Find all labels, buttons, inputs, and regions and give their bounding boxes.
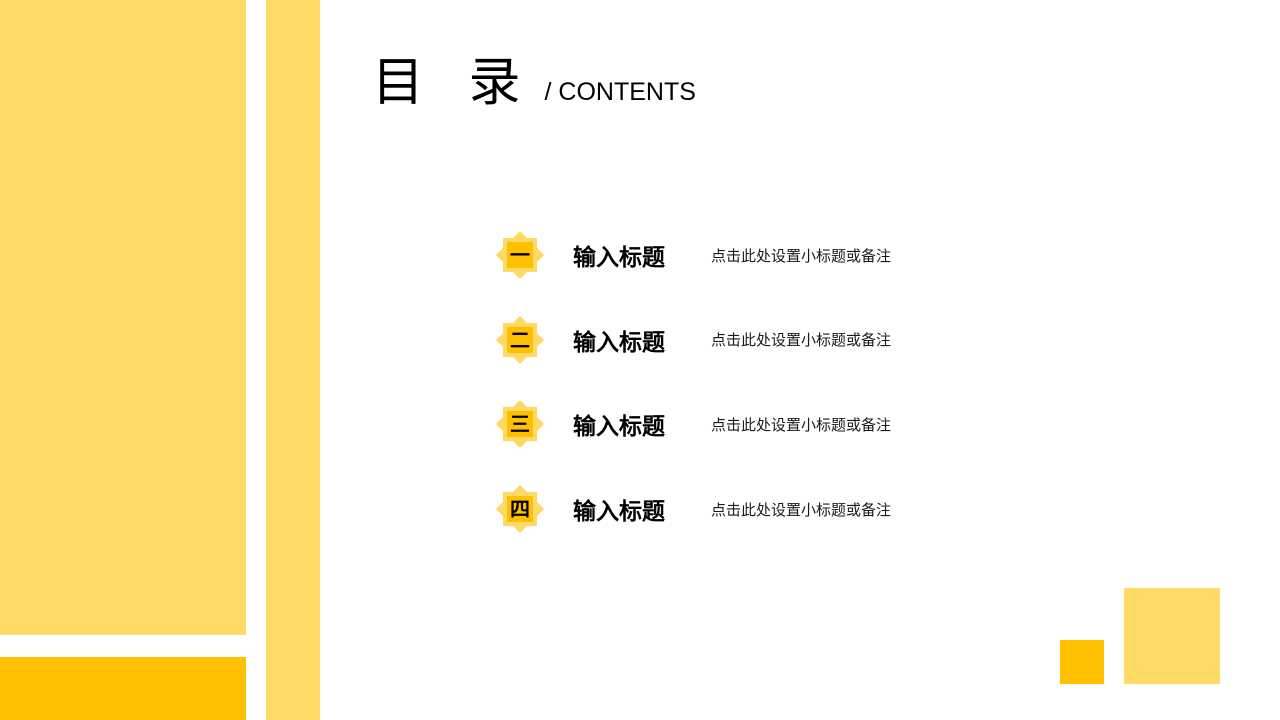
badge-number: 一 (510, 243, 530, 267)
badge-inner-square: 三 (507, 411, 533, 438)
star-badge-icon: 二 (495, 315, 545, 364)
star-badge-icon: 三 (495, 400, 545, 449)
badge-number: 三 (510, 412, 530, 437)
left-panel-light-block (0, 0, 246, 635)
list-item[interactable]: 三 输入标题 点击此处设置小标题或备注 (495, 400, 892, 449)
page-title-chinese: 目 录 (372, 53, 535, 113)
list-item[interactable]: 四 输入标题 点击此处设置小标题或备注 (495, 485, 892, 534)
badge-number: 二 (510, 327, 530, 352)
left-vertical-bar (266, 0, 320, 720)
list-item-note: 点击此处设置小标题或备注 (711, 415, 892, 434)
badge-inner-square: 二 (507, 326, 533, 353)
badge-number: 四 (510, 497, 530, 522)
badge-inner-square: 四 (507, 496, 533, 523)
list-item-note: 点击此处设置小标题或备注 (711, 331, 892, 350)
list-item-title: 输入标题 (573, 499, 665, 526)
list-item-note: 点击此处设置小标题或备注 (711, 500, 892, 519)
star-badge-icon: 一 (495, 230, 545, 280)
list-item[interactable]: 二 输入标题 点击此处设置小标题或备注 (495, 315, 892, 364)
star-badge-icon: 四 (495, 485, 545, 534)
list-item-note: 点击此处设置小标题或备注 (711, 246, 892, 265)
list-item-title: 输入标题 (573, 414, 665, 441)
badge-inner-square: 一 (507, 242, 533, 268)
bottom-right-light-square (1124, 588, 1220, 684)
page-title: 目 录 / CONTENTS (372, 57, 696, 109)
page-title-english: / CONTENTS (544, 78, 696, 106)
list-item[interactable]: 一 输入标题 点击此处设置小标题或备注 (495, 230, 892, 280)
contents-list: 一 输入标题 点击此处设置小标题或备注 二 输入标题 点击此处设置小标题或备注 (495, 230, 892, 534)
left-panel-orange-block (0, 657, 246, 720)
slide-canvas: 目 录 / CONTENTS 一 输入标题 点击此处设置小标题或备注 二 输入标… (0, 0, 1280, 720)
bottom-right-orange-square (1060, 640, 1104, 684)
list-item-title: 输入标题 (573, 329, 665, 356)
list-item-title: 输入标题 (573, 245, 665, 271)
